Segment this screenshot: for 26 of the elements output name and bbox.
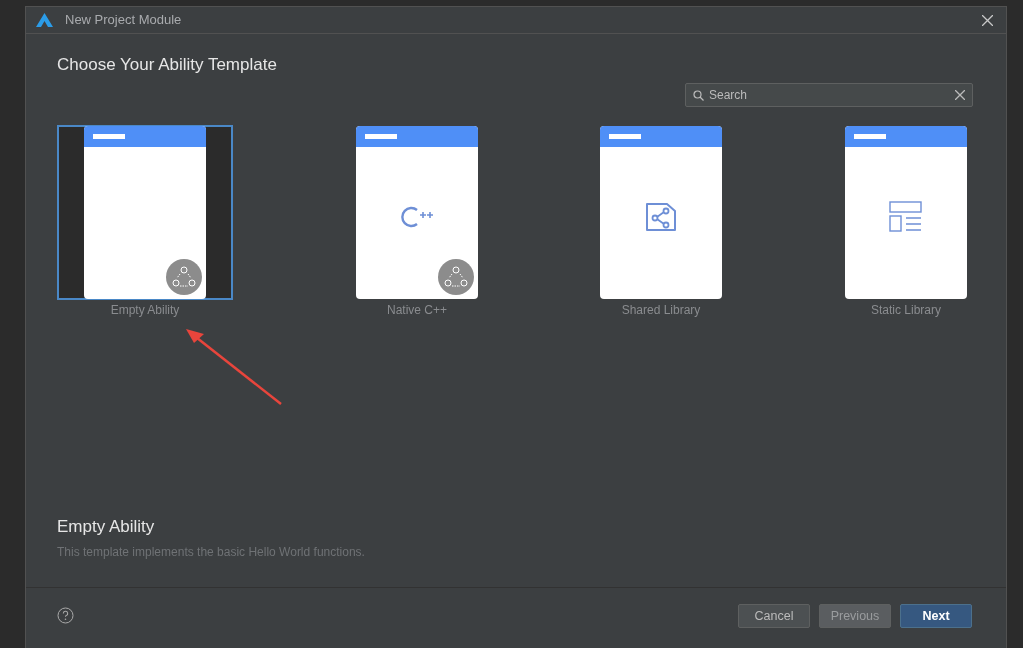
window-title: New Project Module [65,11,182,30]
shared-file-icon [645,201,677,233]
preview-title-bar [93,134,125,139]
dialog-button[interactable]: Cancel [738,604,810,628]
template-label: Static Library [871,302,941,319]
app-logo-icon [36,13,53,27]
template-label: Shared Library [621,302,701,319]
nodes-icon [444,266,468,288]
preview-title-bar [365,134,397,139]
description-title: Empty Ability [57,515,156,538]
template-label: Empty Ability [110,302,180,319]
page-heading: Choose Your Ability Template [57,54,278,76]
template-label: Native C++ [387,302,447,319]
c-plus-plus-icon [400,205,434,229]
layout-icon [889,201,923,233]
preview-title-bar [854,134,886,139]
nodes-icon [172,266,196,288]
clear-icon[interactable] [955,90,965,100]
help-icon[interactable] [57,607,74,624]
search-input[interactable]: Search [709,86,950,104]
template-card[interactable] [57,125,233,300]
close-icon [981,14,993,26]
dialog-button[interactable]: Next [900,604,972,628]
search-field[interactable]: Search [685,83,973,107]
search-icon [693,89,704,101]
preview-title-bar [609,134,641,139]
